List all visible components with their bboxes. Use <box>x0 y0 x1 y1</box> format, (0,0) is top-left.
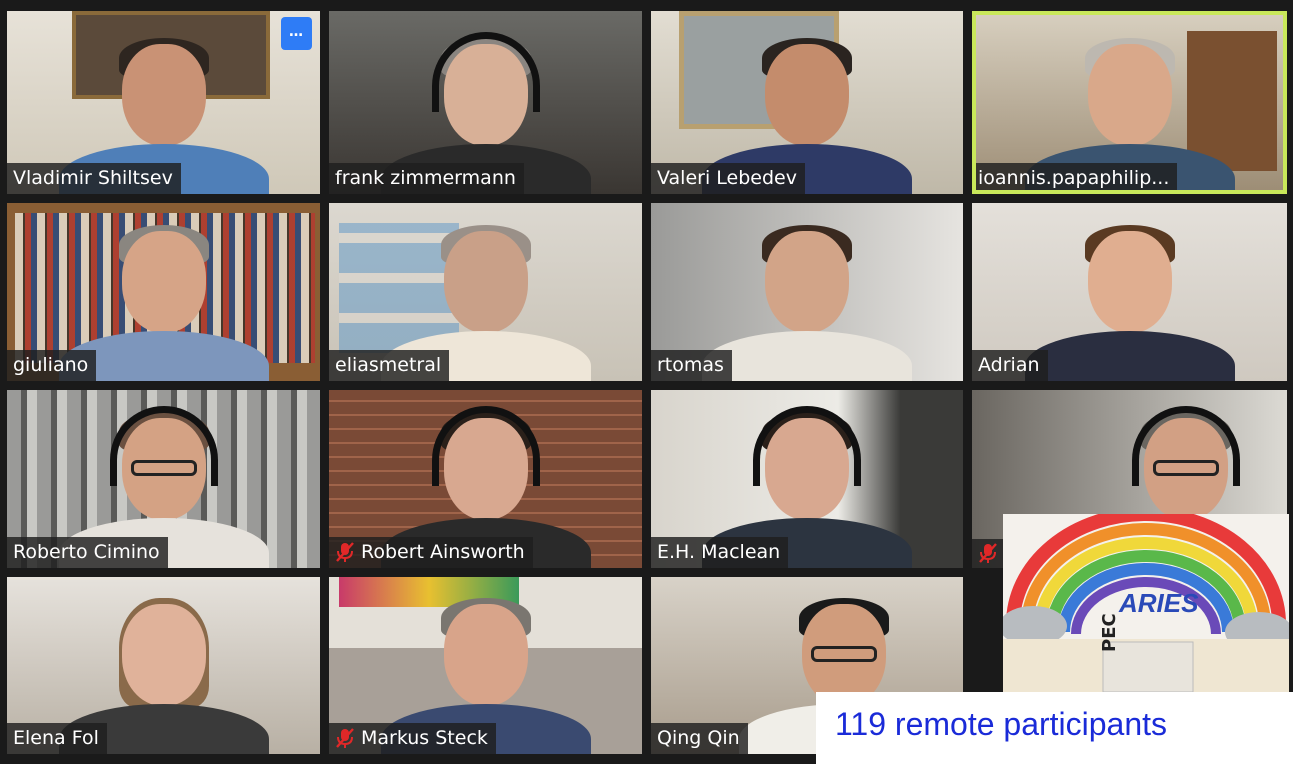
participant-video <box>1024 211 1235 381</box>
participant-name-label: Adrian <box>972 350 1048 381</box>
participant-name-label: Valeri Lebedev <box>651 163 805 194</box>
video-tile[interactable]: Adrian <box>972 203 1287 381</box>
mic-muted-icon <box>336 728 354 748</box>
video-tile[interactable]: E.H. Maclean <box>651 390 963 568</box>
pec-logo-text: PEC <box>1099 613 1120 652</box>
participant-name-label: Markus Steck <box>329 723 496 754</box>
video-tile[interactable]: … Vladimir Shiltsev <box>7 11 320 194</box>
participant-name-label: frank zimmermann <box>329 163 524 194</box>
headset-icon <box>431 406 540 486</box>
participant-name-label: eliasmetral <box>329 350 450 381</box>
participant-name-label: Roberto Cimino <box>7 537 168 568</box>
video-tile[interactable]: giuliano <box>7 203 320 381</box>
remote-participants-banner: 119 remote participants <box>816 692 1293 764</box>
glasses-icon <box>130 460 197 476</box>
video-tile[interactable]: rtomas <box>651 203 963 381</box>
participant-name-label: Robert Ainsworth <box>329 537 533 568</box>
participant-video <box>58 584 269 754</box>
headset-icon <box>753 406 861 486</box>
video-tile-active-speaker[interactable]: ioannis.papaphilip... <box>972 11 1287 194</box>
participant-name-label: Qing Qin <box>651 723 748 754</box>
video-tile[interactable]: Elena Fol <box>7 577 320 754</box>
participant-name-label: E.H. Maclean <box>651 537 789 568</box>
participant-name-label: Elena Fol <box>7 723 107 754</box>
glasses-icon <box>1153 460 1220 476</box>
more-options-button[interactable]: … <box>281 17 312 50</box>
video-tile[interactable]: Roberto Cimino <box>7 390 320 568</box>
participant-name-label: rtomas <box>651 350 732 381</box>
participant-name-label: ioannis.papaphilip... <box>972 163 1178 194</box>
video-tile[interactable]: Robert Ainsworth <box>329 390 642 568</box>
remote-participants-text: 119 remote participants <box>835 706 1168 742</box>
headset-icon <box>431 32 540 112</box>
mic-muted-icon <box>979 543 997 563</box>
aries-logo: ARIES PEC <box>1003 514 1289 692</box>
participant-name-label: Vladimir Shiltsev <box>7 163 181 194</box>
participant-video <box>58 211 269 381</box>
video-tile[interactable]: frank zimmermann <box>329 11 642 194</box>
video-tile[interactable]: Markus Steck <box>329 577 642 754</box>
participant-video <box>702 211 912 381</box>
participant-name-label: giuliano <box>7 350 97 381</box>
video-tile[interactable]: eliasmetral <box>329 203 642 381</box>
glasses-icon <box>811 646 878 662</box>
video-tile[interactable]: Valeri Lebedev <box>651 11 963 194</box>
aries-logo-text: ARIES <box>1119 588 1199 618</box>
mic-muted-icon <box>336 542 354 562</box>
